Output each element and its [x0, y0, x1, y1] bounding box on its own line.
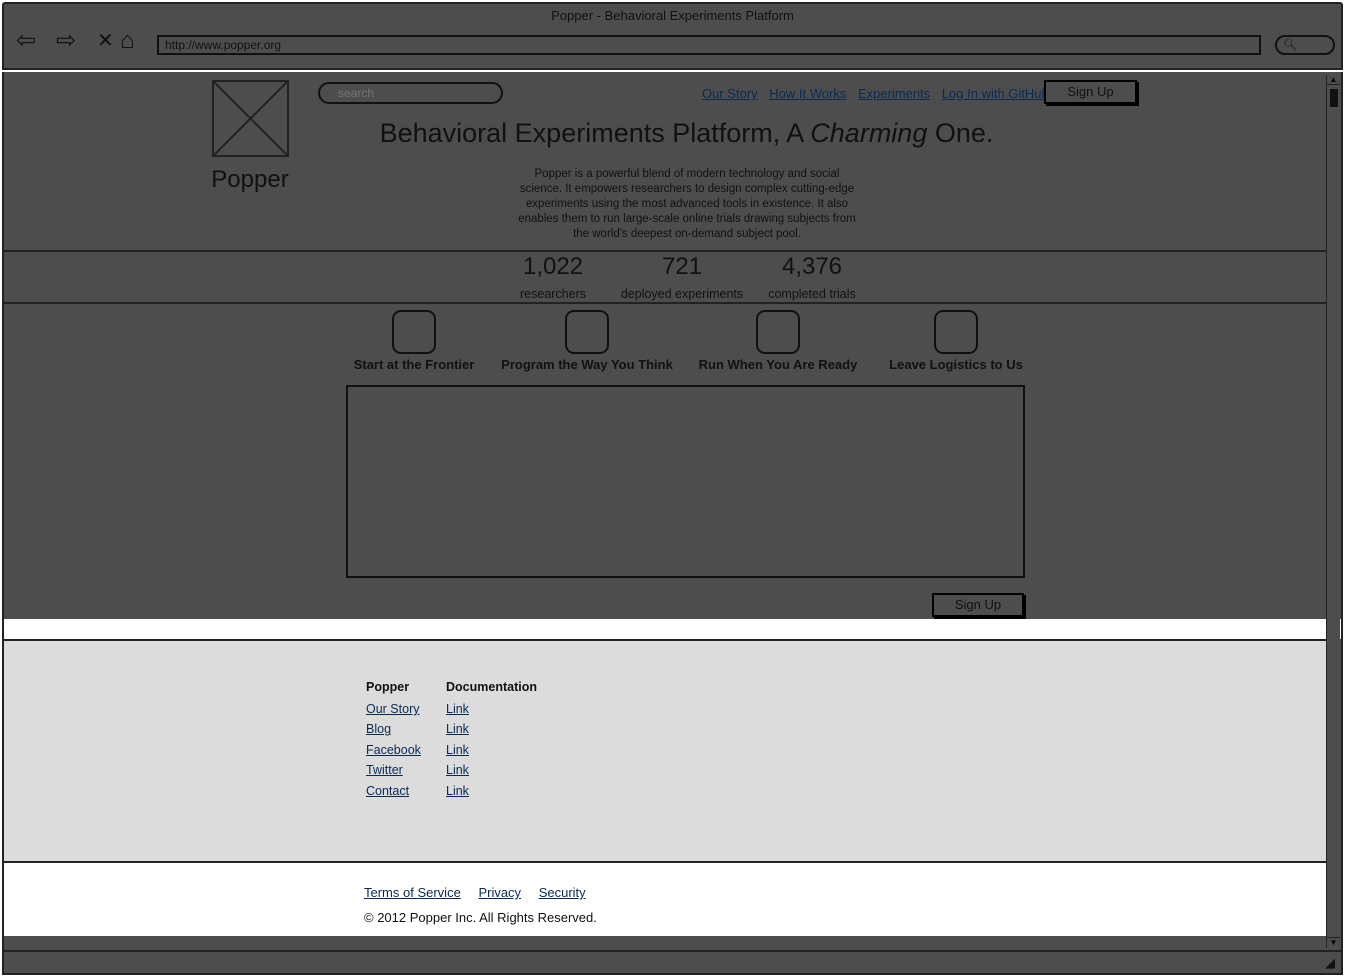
resize-grip-icon[interactable]: ◢	[1325, 955, 1335, 971]
footer-doc-link[interactable]: Link	[446, 760, 537, 780]
feature-label: Leave Logistics to Us	[889, 357, 1023, 372]
home-icon[interactable]: ⌂	[120, 28, 135, 54]
browser-statusbar: ◢	[2, 950, 1343, 975]
legal-area: Terms of Service Privacy Security © 2012…	[4, 863, 1330, 936]
top-navigation: Our Story How It Works Experiments Log I…	[702, 86, 1057, 101]
stat-deployed-experiments: 721 deployed experiments	[612, 252, 752, 306]
stat-completed-trials: 4,376 completed trials	[761, 252, 863, 306]
legal-links: Terms of Service Privacy Security	[364, 885, 600, 900]
footer-doc-link[interactable]: Link	[446, 699, 537, 719]
section-divider	[4, 619, 1341, 639]
footer-link-our-story[interactable]: Our Story	[366, 699, 421, 719]
vertical-scrollbar[interactable]: ▲ ▼	[1326, 75, 1340, 948]
page-title: Behavioral Experiments Platform, A Charm…	[379, 118, 994, 148]
logo-text: Popper	[211, 166, 289, 193]
stat-value: 4,376	[781, 253, 843, 280]
footer-heading: Documentation	[446, 680, 537, 694]
feature-logistics: Leave Logistics to Us	[881, 310, 1031, 372]
browser-titlebar: Popper - Behavioral Experiments Platform…	[2, 2, 1343, 70]
footer-doc-link[interactable]: Link	[446, 719, 537, 739]
privacy-link[interactable]: Privacy	[478, 885, 521, 900]
stats-band: 1,022 researchers 721 deployed experimen…	[4, 250, 1333, 306]
feature-placeholder-icon	[934, 310, 978, 354]
close-icon[interactable]: ✕	[97, 28, 114, 54]
feature-label: Run When You Are Ready	[698, 357, 858, 372]
terms-of-service-link[interactable]: Terms of Service	[364, 885, 461, 900]
image-placeholder-icon	[212, 80, 289, 157]
feature-run-ready: Run When You Are Ready	[692, 310, 864, 372]
footer-column-popper: Popper Our Story Blog Facebook Twitter C…	[366, 680, 421, 801]
footer-link-contact[interactable]: Contact	[366, 781, 421, 801]
stat-researchers: 1,022 researchers	[509, 252, 597, 306]
nav-experiments[interactable]: Experiments	[858, 86, 930, 101]
headline-emphasis: Charming	[810, 118, 928, 148]
scroll-up-icon[interactable]: ▲	[1327, 75, 1340, 85]
stat-value: 721	[661, 253, 703, 280]
stat-label: completed trials	[768, 287, 856, 301]
nav-signup-button[interactable]: Sign Up	[1044, 80, 1137, 104]
security-link[interactable]: Security	[539, 885, 586, 900]
nav-our-story[interactable]: Our Story	[702, 86, 758, 101]
nav-login-github[interactable]: Log In with GitHub	[942, 86, 1049, 101]
feature-program-way: Program the Way You Think	[492, 310, 682, 372]
footer-column-documentation: Documentation Link Link Link Link Link	[446, 680, 537, 801]
main-signup-button[interactable]: Sign Up	[932, 593, 1024, 617]
hero-description: Popper is a powerful blend of modern tec…	[518, 168, 856, 240]
feature-placeholder-icon	[756, 310, 800, 354]
search-input[interactable]	[318, 82, 503, 104]
feature-label: Program the Way You Think	[501, 357, 673, 372]
site-footer: Popper Our Story Blog Facebook Twitter C…	[4, 639, 1333, 863]
address-bar[interactable]: http://www.popper.org	[157, 35, 1261, 55]
page-viewport: Popper 🔍︎ Our Story How It Works Experim…	[2, 72, 1343, 950]
forward-arrow-icon[interactable]: ⇨	[56, 28, 76, 54]
back-arrow-icon[interactable]: ⇦	[16, 28, 36, 54]
media-placeholder	[346, 385, 1025, 578]
stat-label: deployed experiments	[620, 287, 744, 301]
feature-start-frontier: Start at the Frontier	[344, 310, 484, 372]
search-icon: 🔍︎	[1283, 39, 1297, 51]
browser-window: Popper - Behavioral Experiments Platform…	[0, 0, 1345, 977]
footer-link-blog[interactable]: Blog	[366, 719, 421, 739]
footer-doc-link[interactable]: Link	[446, 781, 537, 801]
scroll-thumb[interactable]	[1330, 89, 1338, 107]
scroll-down-icon[interactable]: ▼	[1327, 937, 1340, 947]
footer-link-facebook[interactable]: Facebook	[366, 740, 421, 760]
footer-doc-link[interactable]: Link	[446, 740, 537, 760]
stat-value: 1,022	[522, 253, 584, 280]
copyright-text: © 2012 Popper Inc. All Rights Reserved.	[364, 910, 597, 925]
footer-link-twitter[interactable]: Twitter	[366, 760, 421, 780]
nav-how-it-works[interactable]: How It Works	[769, 86, 846, 101]
footer-heading: Popper	[366, 680, 410, 694]
feature-label: Start at the Frontier	[353, 357, 475, 372]
window-title: Popper - Behavioral Experiments Platform	[551, 8, 794, 23]
feature-placeholder-icon	[565, 310, 609, 354]
feature-placeholder-icon	[392, 310, 436, 354]
browser-search-field[interactable]: 🔍︎	[1275, 35, 1335, 55]
stat-label: researchers	[520, 287, 586, 301]
